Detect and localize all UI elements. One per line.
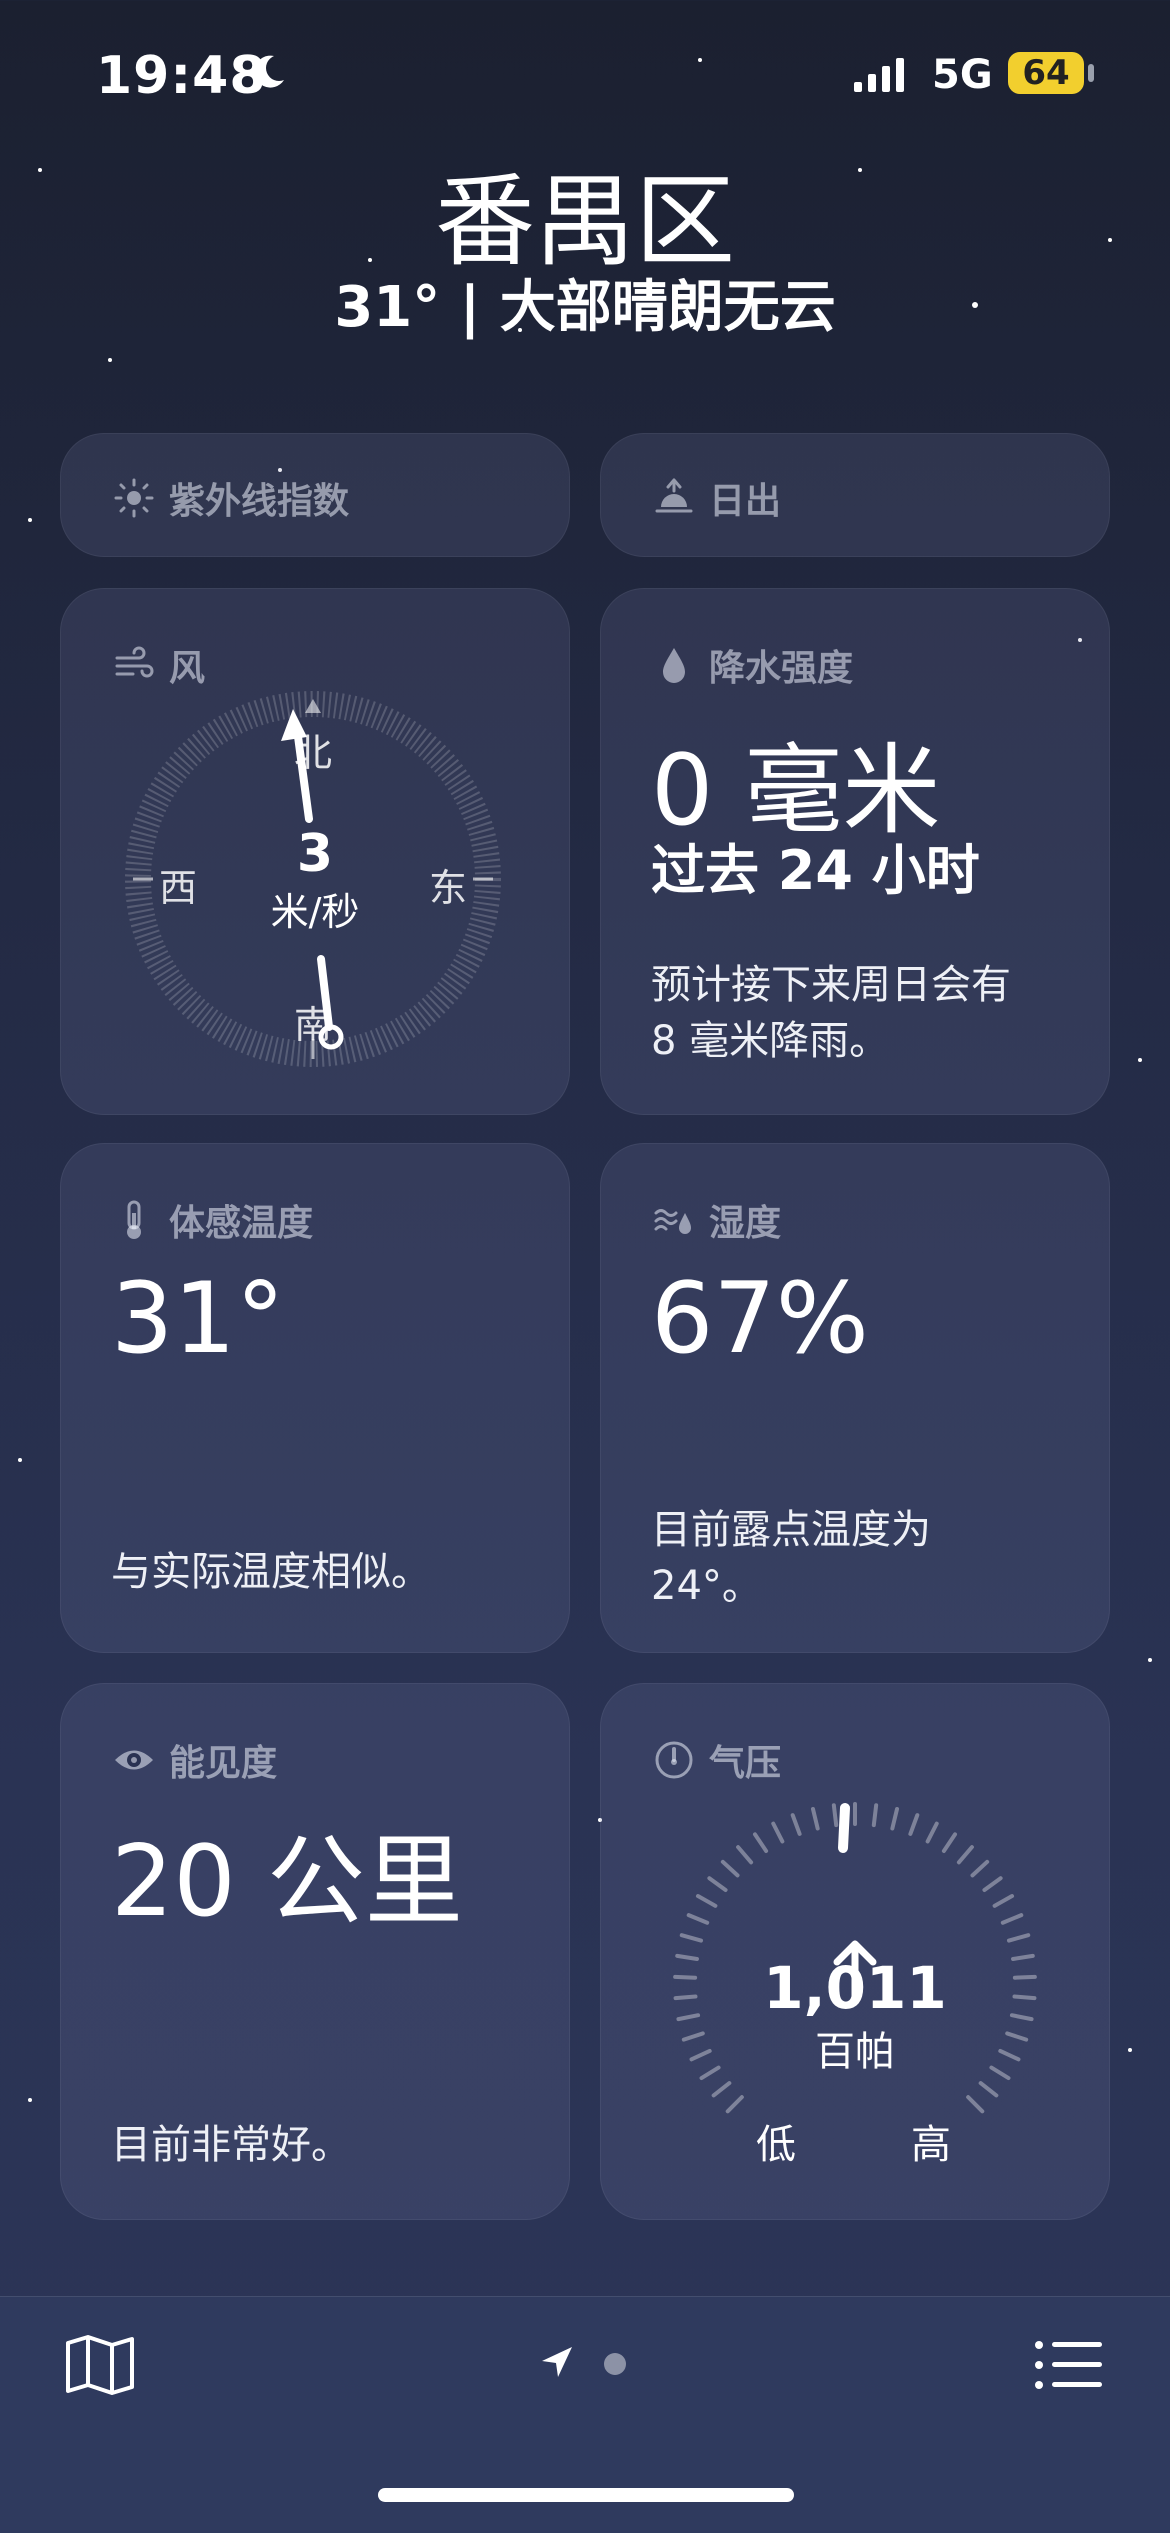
pressure-gauge-tick — [925, 1821, 939, 1844]
pressure-gauge-tick — [1000, 1913, 1024, 1925]
wind-icon — [115, 646, 154, 678]
battery-nub — [1088, 64, 1094, 82]
pressure-gauge-tick — [679, 1933, 704, 1943]
compass-south: 南 — [294, 1003, 333, 1047]
sun-icon — [114, 478, 154, 518]
pressure-gauge-tick — [970, 1859, 990, 1878]
pressure-gauge-tick — [790, 1813, 802, 1836]
location-arrow-icon[interactable] — [540, 2345, 574, 2379]
pressure-card[interactable]: 气压 1,011 百帕 低 高 — [600, 1683, 1110, 2220]
feels-like-label: 体感温度 — [169, 1203, 314, 1244]
pressure-gauge-tick — [736, 1845, 754, 1865]
sunrise-card[interactable]: 日出 — [600, 433, 1110, 557]
visibility-card[interactable]: 能见度 20 公里 目前非常好。 — [60, 1683, 570, 2220]
thermometer-icon — [127, 1200, 141, 1239]
sunrise-icon — [655, 478, 693, 513]
pressure-gauge-tick — [978, 2081, 999, 2098]
precipitation-card[interactable]: 降水强度 0 毫米 过去 24 小时 预计接下来周日会有 8 毫米降雨。 — [600, 588, 1110, 1115]
wind-speed: 3 — [296, 824, 334, 884]
pressure-gauge-tick — [956, 1845, 974, 1865]
weather-summary: 31° | 大部晴朗无云 — [334, 275, 836, 340]
pressure-gauge-tick — [908, 1813, 920, 1836]
precipitation-label: 降水强度 — [709, 648, 854, 689]
precipitation-note: 预计接下来周日会有 8 毫米降雨。 — [651, 962, 1011, 1064]
pressure-gauge-tick — [941, 1832, 958, 1853]
pressure-gauge-tick — [810, 1806, 820, 1831]
humidity-label-row: 湿度 — [653, 1194, 781, 1246]
pressure-gauge-tick — [982, 1876, 1003, 1892]
pressure-gauge-tick — [711, 2081, 732, 2098]
gauge-icon — [655, 1741, 693, 1779]
wind-card[interactable]: 风 北 南 西 东 3 米/秒 — [60, 588, 570, 1115]
cellular-signal-icon — [854, 58, 904, 92]
pressure-label: 气压 — [709, 1743, 782, 1784]
visibility-label: 能见度 — [169, 1743, 278, 1784]
battery-indicator: 64 — [1008, 52, 1084, 94]
pressure-gauge-tick — [752, 1832, 769, 1853]
uv-index-label: 紫外线指数 — [169, 481, 350, 522]
pressure-gauge-tick — [890, 1806, 900, 1831]
humidity-card[interactable]: 湿度 67% 目前露点温度为 24°。 — [600, 1143, 1110, 1653]
list-icon[interactable] — [1034, 2339, 1104, 2391]
feels-like-note: 与实际温度相似。 — [111, 1549, 431, 1595]
humidity-icon — [654, 1209, 691, 1234]
humidity-label: 湿度 — [709, 1203, 782, 1244]
feels-like-card[interactable]: 体感温度 31° 与实际温度相似。 — [60, 1143, 570, 1653]
pressure-gauge-tick — [695, 1894, 718, 1908]
precipitation-label-row: 降水强度 — [653, 639, 853, 691]
pressure-gauge-tick — [831, 1803, 839, 1828]
wind-unit: 米/秒 — [270, 890, 360, 934]
wind-label-row: 风 — [113, 639, 205, 691]
feels-like-label-row: 体感温度 — [113, 1194, 313, 1246]
pressure-unit: 百帕 — [815, 2029, 895, 2075]
pressure-label-row: 气压 — [653, 1734, 781, 1786]
visibility-note: 目前非常好。 — [111, 2122, 351, 2168]
humidity-note: 目前露点温度为 24°。 — [651, 1507, 931, 1609]
humidity-value: 67% — [651, 1262, 869, 1376]
feels-like-value: 31° — [111, 1262, 285, 1376]
raindrop-icon — [663, 648, 685, 683]
eye-icon — [115, 1750, 153, 1770]
uv-index-card[interactable]: 紫外线指数 — [60, 433, 570, 557]
pressure-low-label: 低 — [756, 2122, 796, 2168]
page-dot[interactable] — [604, 2353, 626, 2375]
precipitation-period: 过去 24 小时 — [651, 839, 980, 902]
home-indicator[interactable] — [378, 2488, 794, 2502]
pressure-gauge-tick — [992, 1894, 1015, 1908]
pressure-gauge-tick — [871, 1803, 879, 1828]
visibility-label-row: 能见度 — [113, 1734, 277, 1786]
pressure-gauge-tick — [725, 2095, 744, 2114]
visibility-value: 20 公里 — [111, 1825, 463, 1939]
pressure-gauge-tick — [707, 1876, 728, 1892]
compass-north: 北 — [294, 731, 333, 775]
moon-icon — [254, 55, 284, 88]
map-icon[interactable] — [64, 2333, 136, 2397]
pressure-gauge-tick — [1006, 1933, 1031, 1943]
pressure-gauge-tick — [686, 1913, 710, 1925]
network-type: 5G — [932, 52, 993, 98]
sunrise-label-row: 日出 — [653, 472, 781, 524]
sunrise-label: 日出 — [709, 481, 782, 522]
wind-label: 风 — [169, 648, 206, 689]
status-bar: 19:48 5G 64 — [0, 0, 1170, 150]
pressure-gauge-tick — [966, 2095, 985, 2114]
pressure-value: 1,011 — [763, 1954, 947, 2022]
pressure-gauge-tick — [771, 1821, 785, 1844]
pressure-high-label: 高 — [911, 2122, 951, 2168]
pressure-gauge-tick — [720, 1859, 740, 1878]
status-time: 19:48 — [96, 46, 267, 106]
uv-index-label-row: 紫外线指数 — [113, 472, 349, 524]
